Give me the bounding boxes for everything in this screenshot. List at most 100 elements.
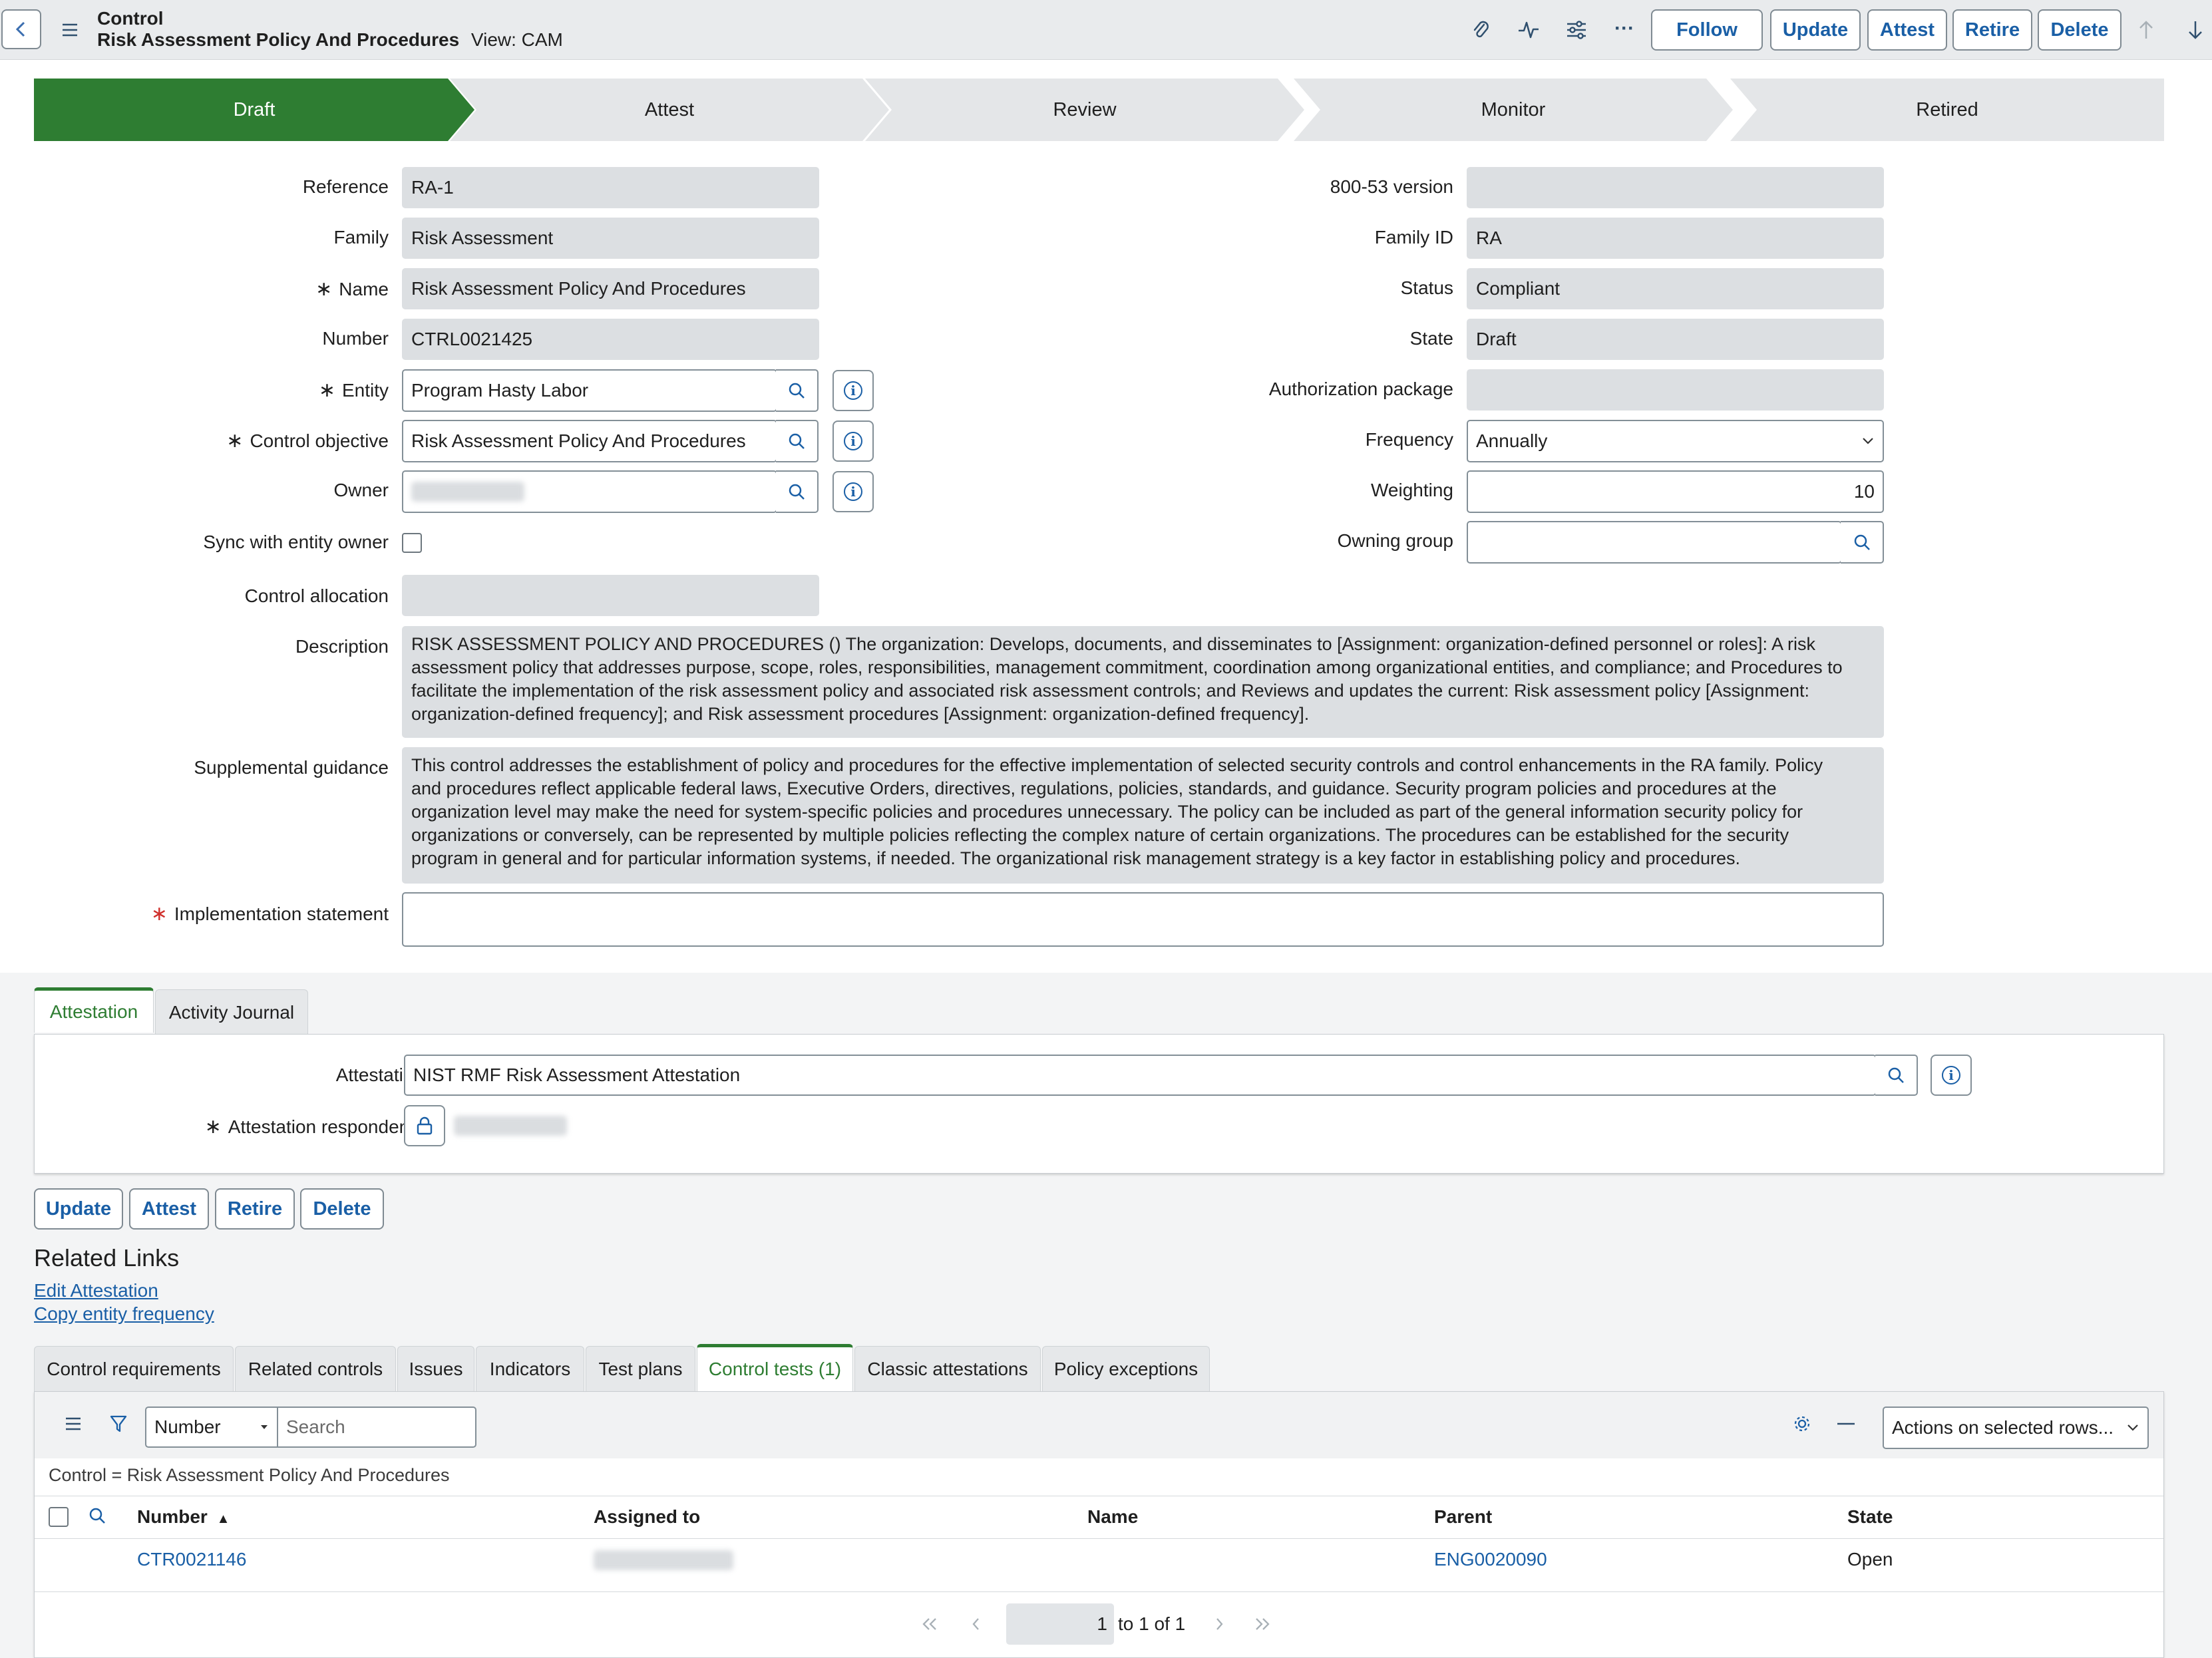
name-field: Risk Assessment Policy And Procedures <box>402 268 819 309</box>
tab-policy-exceptions[interactable]: Policy exceptions <box>1042 1346 1210 1391</box>
collapse-list-button[interactable] <box>1833 1410 1859 1437</box>
owner-info-button[interactable]: i <box>832 471 874 512</box>
weighting-input[interactable]: 10 <box>1467 470 1884 513</box>
required-mark: ∗ <box>204 1116 222 1138</box>
lock-icon <box>417 1116 433 1135</box>
owning-group-lookup-button[interactable] <box>1841 521 1884 564</box>
gear-icon <box>1794 1416 1810 1432</box>
row-number-link[interactable]: CTR0021146 <box>137 1549 246 1570</box>
attestation-input[interactable]: NIST RMF Risk Assessment Attestation <box>404 1055 1877 1096</box>
tab-control-tests[interactable]: Control tests (1) <box>697 1344 853 1391</box>
control-objective-input[interactable]: Risk Assessment Policy And Procedures <box>402 420 777 462</box>
activity-pulse-icon <box>1519 21 1539 39</box>
family-label: Family <box>333 227 389 248</box>
delete-button-bottom[interactable]: Delete <box>300 1188 384 1230</box>
attest-button[interactable]: Attest <box>1867 9 1947 51</box>
hamburger-icon <box>66 1417 81 1430</box>
actions-select[interactable]: Actions on selected rows... <box>1883 1407 2149 1449</box>
column-header-number[interactable]: Number ▲ <box>137 1506 230 1528</box>
hamburger-icon <box>63 23 77 37</box>
entity-input[interactable]: Program Hasty Labor <box>402 369 777 412</box>
authorization-package-label: Authorization package <box>1268 379 1453 399</box>
first-page-button[interactable] <box>920 1617 940 1631</box>
family-id-field: RA <box>1467 218 1884 259</box>
control-objective-lookup-button[interactable] <box>776 420 819 462</box>
edit-attestation-link[interactable]: Edit Attestation <box>34 1280 158 1301</box>
chevron-left-icon <box>972 1618 979 1630</box>
view-indicator[interactable]: View: CAM <box>471 29 563 50</box>
previous-record-button[interactable] <box>2129 13 2163 47</box>
attachment-button[interactable] <box>1464 13 1497 47</box>
tab-related-controls[interactable]: Related controls <box>235 1346 396 1391</box>
stage-draft: Draft <box>34 79 474 141</box>
filter-button[interactable] <box>105 1410 132 1437</box>
sync-owner-checkbox[interactable] <box>402 533 422 553</box>
personalize-form-button[interactable] <box>1560 13 1593 47</box>
implementation-statement-input[interactable] <box>402 892 1884 947</box>
column-header-assigned-to[interactable]: Assigned to <box>594 1506 700 1528</box>
paperclip-icon <box>1473 21 1489 38</box>
column-search-button[interactable] <box>88 1506 106 1525</box>
weighting-label: Weighting <box>1370 480 1453 500</box>
list-breadcrumb[interactable]: Control = Risk Assessment Policy And Pro… <box>49 1465 450 1486</box>
chevron-double-right-icon <box>1256 1618 1270 1630</box>
list-settings-button[interactable] <box>1789 1410 1815 1437</box>
delete-button[interactable]: Delete <box>2038 9 2121 51</box>
owner-lookup-button[interactable] <box>776 470 819 513</box>
search-icon <box>1854 534 1870 550</box>
last-page-button[interactable] <box>1252 1617 1272 1631</box>
row-state: Open <box>1847 1549 1893 1570</box>
version-80053-field <box>1467 167 1884 208</box>
page-number-input[interactable]: 1 <box>1006 1603 1114 1645</box>
owning-group-input[interactable] <box>1467 521 1842 564</box>
frequency-label: Frequency <box>1365 429 1453 450</box>
copy-entity-frequency-link[interactable]: Copy entity frequency <box>34 1303 214 1325</box>
retire-button[interactable]: Retire <box>1952 9 2032 51</box>
chevron-down-icon <box>1863 438 1873 444</box>
list-menu-button[interactable] <box>60 1410 87 1437</box>
update-button-bottom[interactable]: Update <box>34 1188 123 1230</box>
attestation-panel: Attestation NIST RMF Risk Assessment Att… <box>34 1034 2164 1174</box>
context-menu-button[interactable] <box>53 13 87 47</box>
tab-activity-journal[interactable]: Activity Journal <box>155 989 308 1035</box>
attestation-lookup-button[interactable] <box>1875 1055 1918 1096</box>
retire-button-bottom[interactable]: Retire <box>215 1188 295 1230</box>
follow-button[interactable]: Follow <box>1651 9 1763 51</box>
activity-stream-button[interactable] <box>1512 13 1545 47</box>
list-search-input[interactable]: Search <box>277 1407 476 1448</box>
search-field-select[interactable]: Number <box>145 1407 278 1448</box>
tab-indicators[interactable]: Indicators <box>476 1346 584 1391</box>
sliders-icon <box>1567 21 1586 39</box>
entity-lookup-button[interactable] <box>776 369 819 412</box>
update-button[interactable]: Update <box>1770 9 1861 51</box>
related-links-title: Related Links <box>34 1244 180 1271</box>
status-field: Compliant <box>1467 268 1884 309</box>
owner-redacted-value <box>411 482 524 502</box>
row-parent-link[interactable]: ENG0020090 <box>1434 1549 1547 1570</box>
column-header-parent[interactable]: Parent <box>1434 1506 1492 1528</box>
control-objective-info-button[interactable]: i <box>832 420 874 462</box>
frequency-select[interactable]: Annually <box>1467 420 1884 462</box>
attest-button-bottom[interactable]: Attest <box>129 1188 209 1230</box>
column-header-name[interactable]: Name <box>1087 1506 1138 1528</box>
owner-input[interactable] <box>402 470 777 513</box>
tab-test-plans[interactable]: Test plans <box>586 1346 695 1391</box>
divider <box>35 1591 2163 1592</box>
entity-info-button[interactable]: i <box>832 370 874 411</box>
select-all-checkbox[interactable] <box>49 1507 69 1527</box>
family-id-label: Family ID <box>1374 227 1453 248</box>
previous-page-button[interactable] <box>970 1617 983 1631</box>
tab-issues[interactable]: Issues <box>397 1346 474 1391</box>
info-icon: i <box>844 381 862 400</box>
tab-attestation[interactable]: Attestation <box>34 987 154 1033</box>
search-icon <box>1888 1067 1904 1083</box>
more-options-button[interactable]: ··· <box>1608 12 1641 45</box>
respondents-lock-button[interactable] <box>404 1105 445 1146</box>
tab-control-requirements[interactable]: Control requirements <box>34 1346 234 1391</box>
next-record-button[interactable] <box>2179 13 2212 47</box>
next-page-button[interactable] <box>1212 1617 1226 1631</box>
attestation-info-button[interactable]: i <box>1931 1055 1972 1096</box>
tab-classic-attestations[interactable]: Classic attestations <box>854 1346 1041 1391</box>
column-header-state[interactable]: State <box>1847 1506 1893 1528</box>
back-button[interactable] <box>1 9 41 49</box>
